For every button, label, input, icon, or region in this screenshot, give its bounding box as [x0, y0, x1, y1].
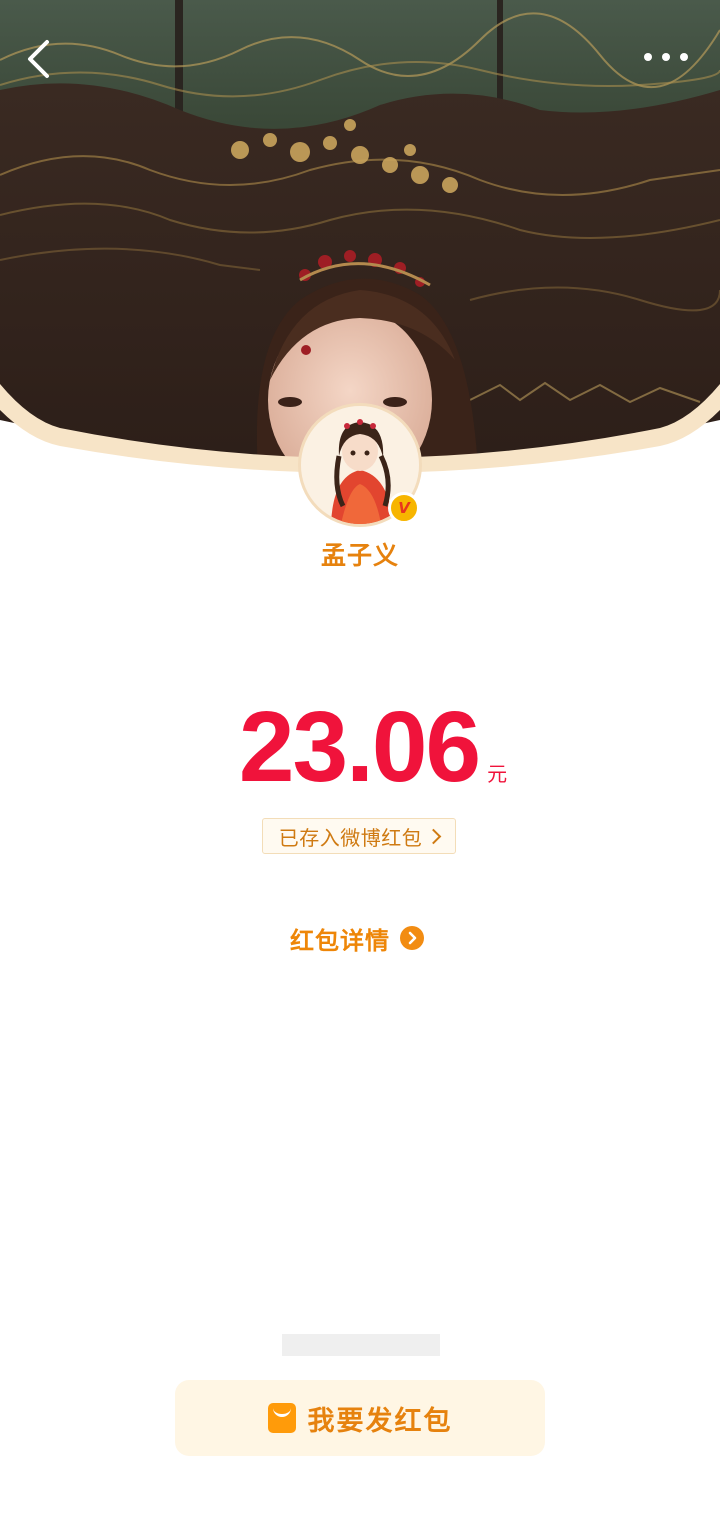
verified-badge-label: V	[398, 498, 410, 517]
send-red-packet-button[interactable]: 我要发红包	[175, 1380, 545, 1456]
amount-unit: 元	[487, 762, 508, 786]
red-envelope-icon	[267, 1403, 296, 1433]
send-red-packet-label: 我要发红包	[307, 1405, 453, 1437]
red-packet-page: V 孟子义 23.06 元 已存入微博红包 红包详情 我要发红包	[0, 0, 720, 1534]
saved-to-wallet-label: 已存入微博红包	[278, 825, 423, 850]
back-button[interactable]	[18, 34, 62, 84]
verified-badge: V	[388, 492, 420, 524]
faint-watermark	[282, 1334, 440, 1356]
more-horizontal-icon	[644, 53, 688, 61]
more-button[interactable]	[636, 42, 696, 72]
packet-details-link[interactable]: 红包详情	[290, 920, 424, 956]
chevron-right-circle-icon	[400, 926, 424, 950]
sender-name[interactable]: 孟子义	[0, 536, 720, 572]
packet-details-label: 红包详情	[290, 926, 390, 955]
chevron-left-icon	[28, 40, 49, 78]
saved-to-wallet-link[interactable]: 已存入微博红包	[262, 818, 456, 854]
chevron-right-icon	[425, 828, 442, 844]
amount-row: 23.06 元	[0, 690, 720, 805]
amount-value: 23.06	[238, 691, 481, 803]
